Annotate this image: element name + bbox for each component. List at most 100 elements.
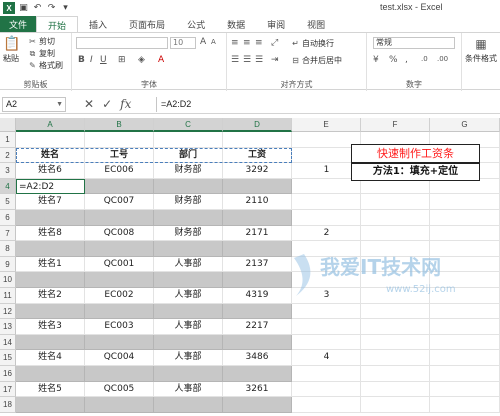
name-box[interactable]: A2 ▼ — [2, 97, 66, 112]
blank-selected-cell[interactable] — [85, 210, 154, 226]
blank-selected-cell[interactable] — [154, 241, 223, 257]
cell[interactable] — [430, 241, 500, 257]
data-cell[interactable]: 人事部 — [154, 381, 223, 398]
header-cell[interactable]: 工号 — [85, 147, 154, 164]
data-cell[interactable]: QC007 — [85, 194, 154, 210]
data-cell[interactable]: QC005 — [85, 381, 154, 398]
blank-selected-cell[interactable] — [223, 334, 292, 351]
data-cell[interactable]: EC003 — [85, 319, 154, 335]
blank-selected-cell[interactable] — [16, 210, 85, 226]
blank-selected-cell[interactable] — [85, 241, 154, 257]
cell[interactable] — [292, 397, 361, 413]
cell[interactable] — [292, 319, 361, 335]
cell[interactable] — [85, 132, 154, 148]
blank-selected-cell[interactable] — [154, 178, 223, 195]
cell[interactable] — [430, 381, 500, 398]
data-cell[interactable]: 2217 — [223, 319, 292, 335]
data-cell[interactable]: 人事部 — [154, 256, 223, 273]
row-header-15[interactable]: 15 — [0, 350, 16, 366]
cell[interactable] — [361, 350, 430, 366]
cell[interactable] — [292, 178, 361, 195]
tab-file[interactable]: 文件 — [0, 16, 37, 32]
redo-icon[interactable]: ↷ — [46, 3, 57, 14]
cell[interactable] — [430, 178, 500, 195]
cell[interactable] — [292, 194, 361, 210]
data-cell[interactable]: 2110 — [223, 194, 292, 210]
comma-icon[interactable]: , — [405, 55, 408, 65]
data-cell[interactable]: EC006 — [85, 163, 154, 179]
data-cell[interactable]: 姓名7 — [16, 194, 85, 210]
cell[interactable] — [361, 178, 430, 195]
wrap-text-button[interactable]: ↵ 自动换行 — [291, 38, 334, 49]
data-cell[interactable]: 姓名6 — [16, 163, 85, 179]
align-top-icon[interactable]: ≡ — [231, 38, 239, 48]
blank-selected-cell[interactable] — [223, 397, 292, 413]
font-size-dropdown[interactable]: 10 — [170, 37, 196, 49]
blank-selected-cell[interactable] — [154, 272, 223, 288]
font-color-icon[interactable]: A — [158, 55, 164, 65]
column-header-c[interactable]: C — [154, 118, 223, 132]
row-header-5[interactable]: 5 — [0, 194, 16, 210]
cell[interactable] — [430, 319, 500, 335]
borders-icon[interactable]: ⊞ — [118, 55, 126, 65]
cell[interactable] — [430, 366, 500, 382]
row-header-12[interactable]: 12 — [0, 303, 16, 320]
cancel-icon[interactable]: ✕ — [84, 97, 94, 111]
tab-insert[interactable]: 插入 — [78, 16, 118, 32]
data-cell[interactable]: 姓名8 — [16, 225, 85, 242]
column-header-a[interactable]: A — [16, 118, 85, 132]
blank-selected-cell[interactable] — [16, 303, 85, 320]
blank-selected-cell[interactable] — [223, 241, 292, 257]
data-cell[interactable]: EC002 — [85, 288, 154, 304]
cell[interactable] — [361, 397, 430, 413]
blank-selected-cell[interactable] — [85, 334, 154, 351]
cell[interactable] — [430, 350, 500, 366]
cell[interactable] — [292, 334, 361, 351]
blank-selected-cell[interactable] — [85, 272, 154, 288]
cell[interactable] — [361, 256, 430, 273]
tab-formulas[interactable]: 公式 — [176, 16, 216, 32]
cut-button[interactable]: ✂ 剪切 — [28, 36, 55, 47]
header-cell[interactable]: 姓名 — [16, 147, 85, 164]
cell[interactable] — [223, 132, 292, 148]
row-header-8[interactable]: 8 — [0, 241, 16, 257]
italic-icon[interactable]: I — [90, 55, 93, 65]
tab-home[interactable]: 开始 — [36, 16, 79, 32]
blank-selected-cell[interactable] — [154, 366, 223, 382]
column-header-f[interactable]: F — [361, 118, 430, 132]
row-header-7[interactable]: 7 — [0, 225, 16, 242]
copy-button[interactable]: ⧉ 复制 — [28, 48, 55, 59]
cell[interactable] — [292, 366, 361, 382]
column-header-e[interactable]: E — [292, 118, 361, 132]
tab-view[interactable]: 视图 — [296, 16, 336, 32]
save-icon[interactable]: ▣ — [18, 3, 29, 14]
align-middle-icon[interactable]: ≡ — [243, 38, 251, 48]
data-cell[interactable]: QC008 — [85, 225, 154, 242]
decrease-font-icon[interactable]: A — [211, 38, 216, 46]
row-header-3[interactable]: 3 — [0, 163, 16, 179]
formula-input[interactable]: =A2:D2 — [156, 97, 498, 112]
chevron-down-icon[interactable]: ▼ — [56, 98, 63, 111]
blank-selected-cell[interactable] — [154, 334, 223, 351]
paste-button[interactable]: 📋 粘贴 — [3, 36, 20, 64]
orientation-icon[interactable]: ⤢ — [271, 38, 278, 48]
blank-selected-cell[interactable] — [85, 303, 154, 320]
align-center-icon[interactable]: ☰ — [243, 55, 251, 65]
row-header-16[interactable]: 16 — [0, 366, 16, 382]
cell[interactable] — [361, 381, 430, 398]
row-header-6[interactable]: 6 — [0, 210, 16, 226]
cell[interactable] — [361, 288, 430, 304]
data-cell[interactable]: 财务部 — [154, 163, 223, 179]
row-header-13[interactable]: 13 — [0, 319, 16, 335]
data-cell[interactable]: 4319 — [223, 288, 292, 304]
data-cell[interactable]: 人事部 — [154, 350, 223, 366]
cell[interactable] — [430, 303, 500, 320]
data-cell[interactable]: QC004 — [85, 350, 154, 366]
cell[interactable] — [430, 256, 500, 273]
cell[interactable] — [292, 241, 361, 257]
data-cell[interactable]: 姓名2 — [16, 288, 85, 304]
cell[interactable] — [361, 241, 430, 257]
blank-selected-cell[interactable] — [16, 241, 85, 257]
select-all-corner[interactable] — [0, 118, 16, 132]
conditional-format-button[interactable]: ▦ 条件格式 — [465, 36, 497, 64]
